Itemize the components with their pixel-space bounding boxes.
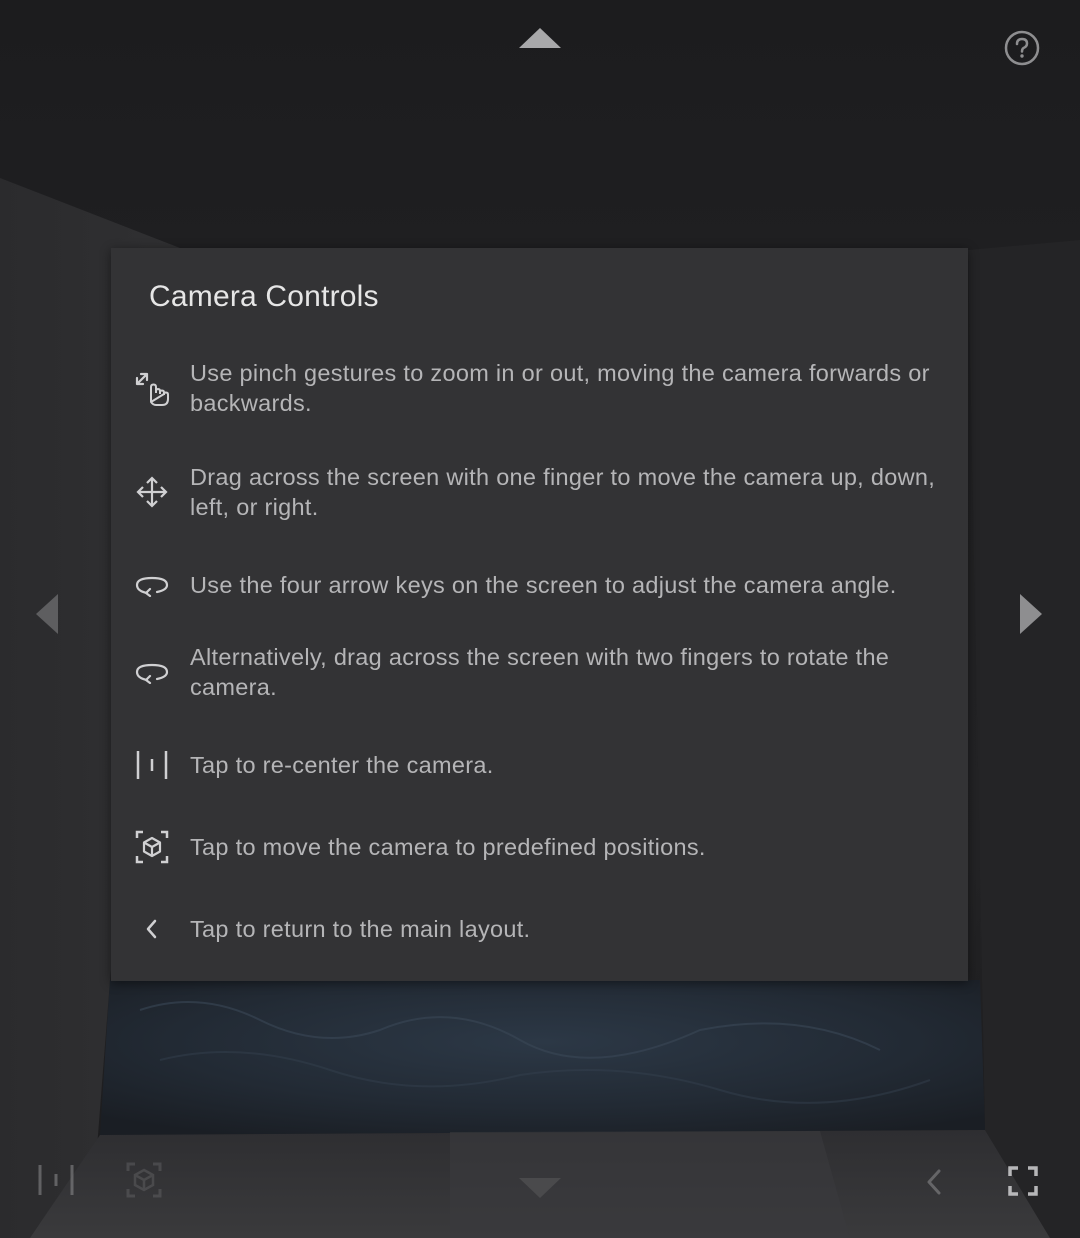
question-circle-icon <box>1004 30 1040 66</box>
camera-down-button[interactable] <box>517 1176 563 1200</box>
help-button[interactable] <box>1004 30 1040 66</box>
preset-positions-button[interactable] <box>126 1162 162 1198</box>
caret-up-icon <box>519 28 561 48</box>
camera-right-button[interactable] <box>1018 592 1044 636</box>
pinch-zoom-icon <box>131 367 173 409</box>
help-item-recenter: Tap to re-center the camera. <box>131 744 951 786</box>
dialog-title: Camera Controls <box>149 280 379 313</box>
back-button[interactable] <box>922 1166 946 1198</box>
rotate-icon <box>131 564 173 606</box>
help-text: Use pinch gestures to zoom in or out, mo… <box>190 360 930 416</box>
chevron-left-icon <box>131 908 173 950</box>
chevron-left-icon <box>927 1169 941 1195</box>
recenter-icon <box>131 744 173 786</box>
camera-up-button[interactable] <box>517 26 563 50</box>
cube-focus-icon <box>126 1162 162 1198</box>
caret-down-icon <box>519 1178 561 1198</box>
caret-left-icon <box>36 594 58 634</box>
camera-left-button[interactable] <box>34 592 60 636</box>
recenter-icon <box>38 1165 74 1195</box>
caret-right-icon <box>1020 594 1042 634</box>
help-text: Use the four arrow keys on the screen to… <box>190 572 897 598</box>
help-text: Tap to re-center the camera. <box>190 752 494 778</box>
help-text: Alternatively, drag across the screen wi… <box>190 644 890 700</box>
fullscreen-icon <box>1008 1166 1038 1196</box>
help-text: Tap to return to the main layout. <box>190 916 531 942</box>
fullscreen-button[interactable] <box>1008 1166 1038 1196</box>
recenter-button[interactable] <box>36 1162 76 1198</box>
help-text: Drag across the screen with one finger t… <box>190 464 936 520</box>
help-item-arrow-keys: Use the four arrow keys on the screen to… <box>131 564 951 606</box>
help-item-back: Tap to return to the main layout. <box>131 908 951 950</box>
help-text: Tap to move the camera to predefined pos… <box>190 834 706 860</box>
camera-controls-dialog[interactable]: Camera Controls Use pinch gestures to zo… <box>111 248 968 981</box>
help-item-zoom: Use pinch gestures to zoom in or out, mo… <box>131 358 951 418</box>
rotate-icon <box>131 651 173 693</box>
cube-focus-icon <box>131 826 173 868</box>
move-arrows-icon <box>131 471 173 513</box>
help-item-rotate: Alternatively, drag across the screen wi… <box>131 642 951 702</box>
help-item-presets: Tap to move the camera to predefined pos… <box>131 826 951 868</box>
help-item-move: Drag across the screen with one finger t… <box>131 462 951 522</box>
